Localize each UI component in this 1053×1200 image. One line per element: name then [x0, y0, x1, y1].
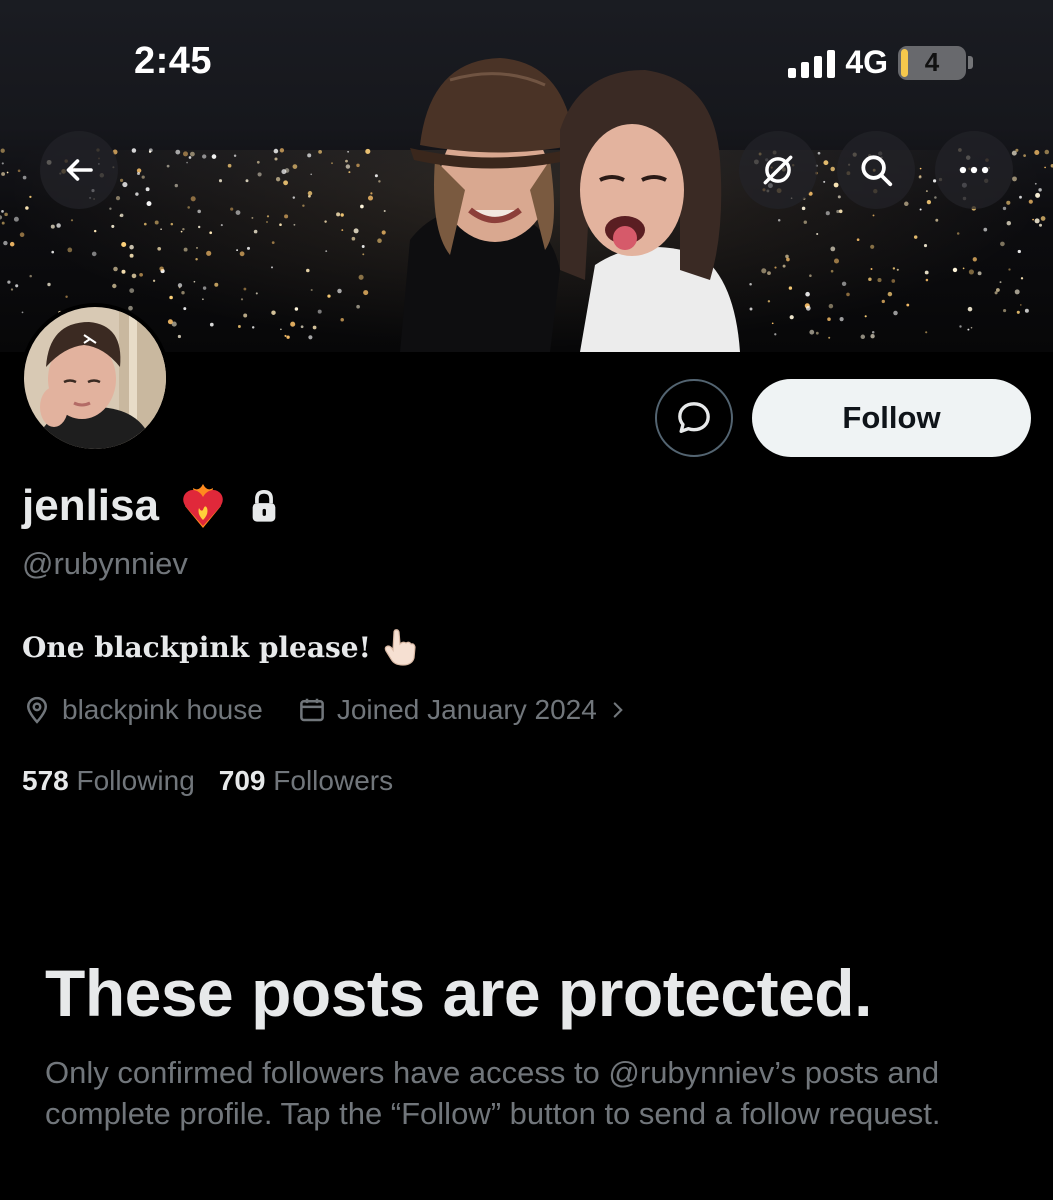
display-name-row: jenlisa: [22, 480, 281, 532]
user-handle: @rubynniev: [22, 546, 188, 581]
joined-item[interactable]: Joined January 2024: [297, 694, 629, 726]
heart-on-fire-icon: [183, 484, 223, 528]
arrow-left-icon: [66, 159, 93, 181]
display-name: jenlisa: [22, 481, 159, 530]
joined-text: Joined January 2024: [336, 694, 597, 725]
profile-banner[interactable]: 2:45 4G 4: [0, 0, 1053, 352]
chat-bubble-icon: [678, 402, 710, 433]
following-count: 578: [22, 765, 69, 796]
more-button[interactable]: [935, 131, 1013, 209]
calendar-icon: [299, 698, 324, 722]
more-dots-icon: [959, 166, 989, 174]
following-link[interactable]: 578 Following: [22, 765, 195, 797]
status-indicators: 4G 4: [788, 44, 973, 81]
status-time: 2:45: [134, 40, 213, 82]
slashed-circle-icon: [763, 155, 793, 185]
grok-button[interactable]: [739, 131, 817, 209]
search-icon: [861, 155, 893, 187]
followers-link[interactable]: 709 Followers: [219, 765, 393, 797]
location-pin-icon: [26, 696, 48, 724]
chevron-right-icon: [613, 702, 623, 718]
pointing-up-hand-icon: [384, 629, 416, 666]
message-button[interactable]: [655, 379, 733, 457]
location-text: blackpink house: [62, 694, 263, 725]
battery-icon: 4: [898, 45, 973, 80]
profile-meta: blackpink house Joined January 2024: [22, 694, 629, 726]
network-label: 4G: [845, 44, 888, 80]
followers-label: Followers: [273, 765, 394, 796]
protected-title: These posts are protected.: [45, 956, 872, 1030]
battery-level: 4: [924, 47, 940, 77]
back-button[interactable]: [40, 131, 118, 209]
avatar-photo: [24, 307, 166, 449]
signal-icon: [788, 48, 836, 78]
bio: One blackpink please!: [22, 628, 417, 666]
banner-people-photo: [400, 58, 740, 352]
lock-icon: [252, 489, 276, 522]
following-label: Following: [76, 765, 195, 796]
avatar[interactable]: [20, 303, 170, 453]
follow-button[interactable]: Follow: [752, 379, 1031, 457]
bio-text: One blackpink please!: [22, 630, 371, 664]
location-item: blackpink house: [22, 694, 263, 726]
protected-description: Only confirmed followers have access to …: [45, 1055, 941, 1131]
followers-count: 709: [218, 765, 266, 796]
follow-counts: 578 Following 709 Followers: [22, 765, 393, 797]
search-button[interactable]: [837, 131, 915, 209]
